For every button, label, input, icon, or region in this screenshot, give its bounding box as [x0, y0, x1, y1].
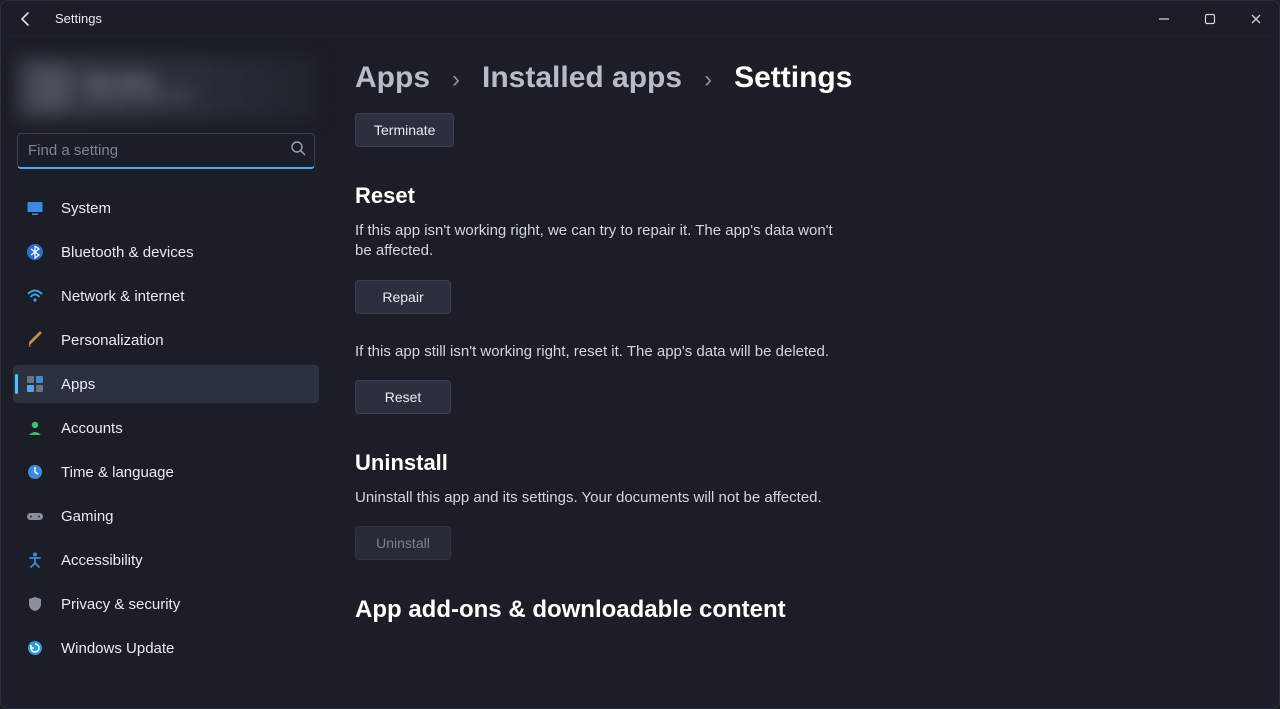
uninstall-button: Uninstall [355, 526, 451, 560]
titlebar: Settings [1, 1, 1279, 37]
reset-button[interactable]: Reset [355, 380, 451, 414]
sidebar-item-personalization[interactable]: Personalization [13, 321, 319, 359]
sidebar-item-label: Personalization [61, 332, 164, 349]
avatar [29, 66, 73, 110]
sidebar-item-label: Windows Update [61, 640, 174, 657]
gamepad-icon [25, 506, 45, 526]
addons-heading: App add-ons & downloadable content [355, 596, 1249, 624]
sidebar-nav: System Bluetooth & devices Network & int… [11, 189, 321, 667]
wifi-icon [25, 286, 45, 306]
back-icon[interactable] [15, 8, 37, 30]
user-profile[interactable]: User Name user@example.com [17, 57, 315, 119]
sidebar-item-label: System [61, 200, 111, 217]
sidebar-item-apps[interactable]: Apps [13, 365, 319, 403]
reset-description: If this app still isn't working right, r… [355, 342, 835, 362]
breadcrumb-apps[interactable]: Apps [355, 61, 430, 95]
search-input[interactable] [28, 142, 290, 159]
reset-heading: Reset [355, 183, 1249, 209]
sidebar-item-label: Accounts [61, 420, 123, 437]
uninstall-description: Uninstall this app and its settings. You… [355, 488, 1249, 508]
main-content: Apps › Installed apps › Settings Termina… [331, 37, 1279, 708]
accessibility-icon [25, 550, 45, 570]
repair-description: If this app isn't working right, we can … [355, 221, 835, 262]
profile-email: user@example.com [85, 89, 192, 103]
repair-button[interactable]: Repair [355, 280, 451, 314]
sidebar-item-label: Accessibility [61, 552, 143, 569]
search-icon [290, 140, 306, 161]
maximize-button[interactable] [1187, 1, 1233, 37]
breadcrumb-installed-apps[interactable]: Installed apps [482, 61, 682, 95]
search-container[interactable] [17, 133, 315, 169]
sidebar: User Name user@example.com System [1, 37, 331, 708]
sidebar-item-privacy[interactable]: Privacy & security [13, 585, 319, 623]
bluetooth-icon [25, 242, 45, 262]
sidebar-item-bluetooth[interactable]: Bluetooth & devices [13, 233, 319, 271]
sidebar-item-gaming[interactable]: Gaming [13, 497, 319, 535]
uninstall-heading: Uninstall [355, 450, 1249, 476]
shield-icon [25, 594, 45, 614]
sidebar-item-label: Network & internet [61, 288, 184, 305]
sidebar-item-label: Apps [61, 376, 95, 393]
sidebar-item-accessibility[interactable]: Accessibility [13, 541, 319, 579]
sidebar-item-windows-update[interactable]: Windows Update [13, 629, 319, 667]
sidebar-item-system[interactable]: System [13, 189, 319, 227]
sidebar-item-label: Privacy & security [61, 596, 180, 613]
chevron-right-icon: › [452, 66, 460, 94]
apps-icon [25, 374, 45, 394]
sidebar-item-network[interactable]: Network & internet [13, 277, 319, 315]
monitor-icon [25, 198, 45, 218]
terminate-button[interactable]: Terminate [355, 113, 454, 147]
sidebar-item-label: Bluetooth & devices [61, 244, 194, 261]
sidebar-item-label: Gaming [61, 508, 114, 525]
window-title: Settings [55, 11, 102, 26]
paintbrush-icon [25, 330, 45, 350]
close-button[interactable] [1233, 1, 1279, 37]
profile-name: User Name [85, 73, 192, 89]
sidebar-item-accounts[interactable]: Accounts [13, 409, 319, 447]
breadcrumb: Apps › Installed apps › Settings [355, 61, 1249, 95]
minimize-button[interactable] [1141, 1, 1187, 37]
sidebar-item-time-language[interactable]: Time & language [13, 453, 319, 491]
sidebar-item-label: Time & language [61, 464, 174, 481]
update-icon [25, 638, 45, 658]
person-icon [25, 418, 45, 438]
breadcrumb-current: Settings [734, 61, 852, 95]
chevron-right-icon: › [704, 66, 712, 94]
clock-globe-icon [25, 462, 45, 482]
